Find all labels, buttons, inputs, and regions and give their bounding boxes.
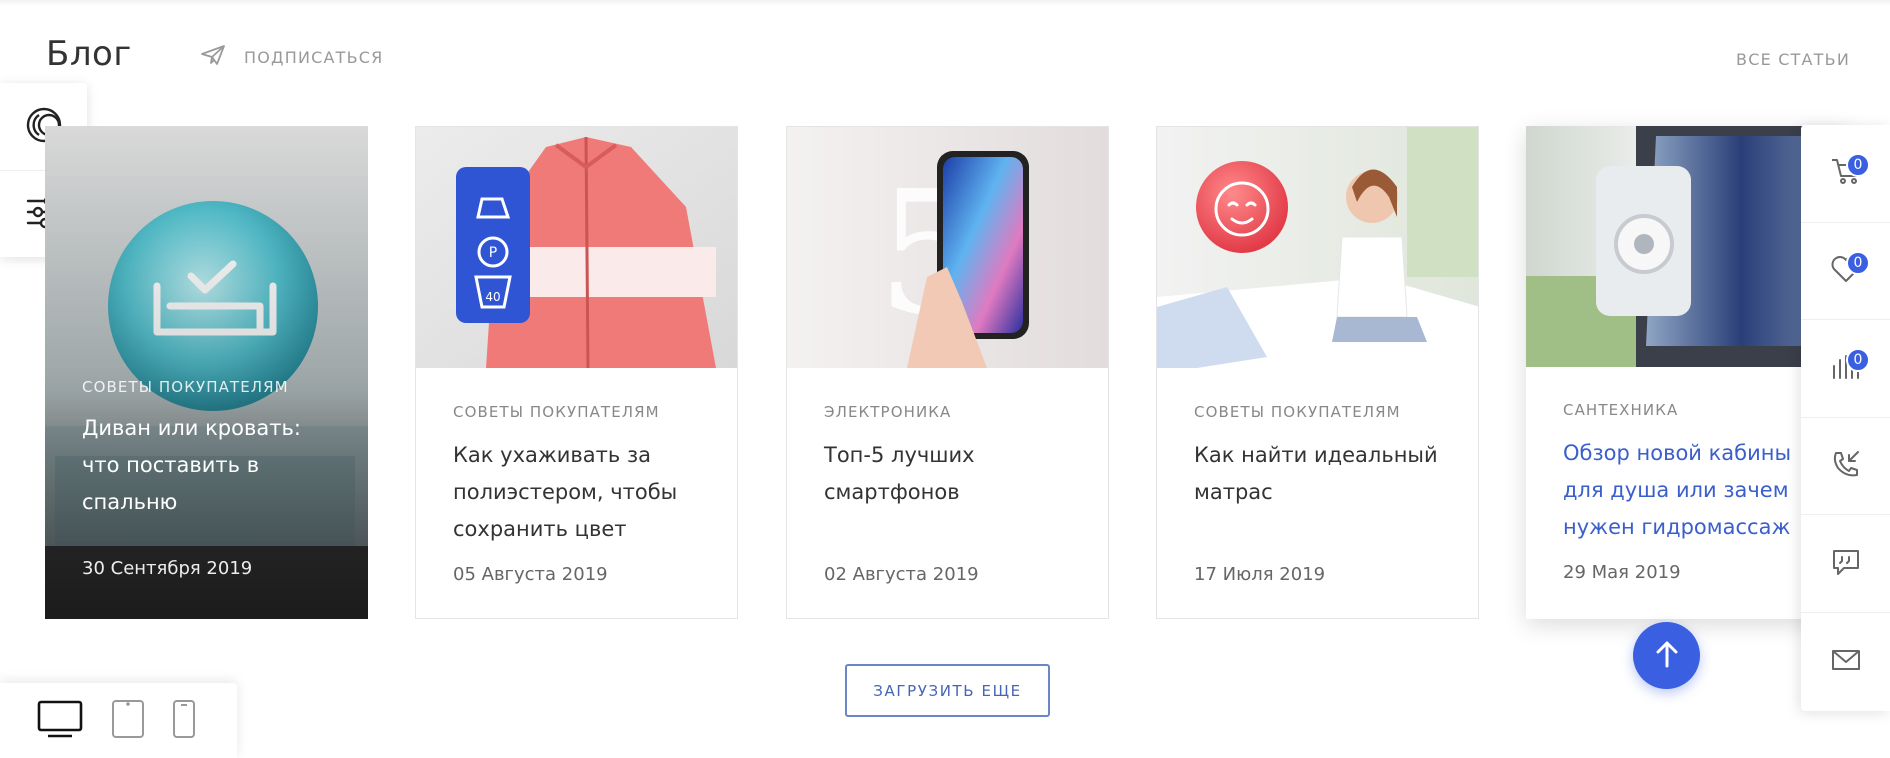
desktop-view-button[interactable] [36,699,84,743]
scroll-to-top-button[interactable] [1633,622,1700,689]
mail-icon [1830,647,1862,677]
mail-button[interactable] [1801,613,1890,711]
cart-count-badge: 0 [1846,153,1870,177]
card-title[interactable]: Диван или кровать: что поставить в спаль… [82,410,344,521]
card-image: P 40 [416,127,737,369]
phone-view-button[interactable] [172,699,196,743]
card-title[interactable]: Топ-5 лучших смартфонов [824,437,1084,511]
tablet-icon [110,699,146,743]
chat-button[interactable] [1801,515,1890,613]
card-category: СОВЕТЫ ПОКУПАТЕЛЯМ [453,403,660,421]
top-shadow [0,0,1890,6]
desktop-icon [36,699,84,743]
card-category: СОВЕТЫ ПОКУПАТЕЛЯМ [1194,403,1401,421]
card-date: 29 Мая 2019 [1563,562,1681,583]
paper-plane-icon [200,44,226,70]
blog-card[interactable]: P 40 СОВЕТЫ ПОКУПАТЕЛЯМ Как ухаживать за… [415,126,738,619]
arrow-up-icon [1654,639,1680,673]
blog-card[interactable]: 5 ЭЛЕКТРОНИКА Топ-5 лучших смартфонов 02… [786,126,1109,619]
page-title: Блог [46,34,132,74]
card-date: 30 Сентября 2019 [82,558,253,579]
tablet-view-button[interactable] [110,699,146,743]
card-image: 5 [787,127,1108,368]
card-title[interactable]: Как ухаживать за полиэстером, чтобы сохр… [453,437,713,548]
favorites-count-badge: 0 [1846,250,1870,275]
load-more-button[interactable]: ЗАГРУЗИТЬ ЕЩЕ [845,664,1050,717]
card-date: 02 Августа 2019 [824,564,979,585]
compare-button[interactable]: 0 [1801,320,1890,418]
card-date: 17 Июля 2019 [1194,564,1326,585]
card-category: ЭЛЕКТРОНИКА [824,403,952,421]
chat-icon [1830,547,1862,581]
blog-card[interactable]: СОВЕТЫ ПОКУПАТЕЛЯМ Как найти идеальный м… [1156,126,1479,619]
phone-icon [172,699,196,743]
card-image [1157,127,1478,368]
blog-cards: СОВЕТЫ ПОКУПАТЕЛЯМ Диван или кровать: чт… [45,126,1849,619]
compare-count-badge: 0 [1846,348,1870,373]
cart-button[interactable]: 0 [1801,125,1890,223]
card-title[interactable]: Обзор новой кабины для душа или зачем ну… [1563,435,1825,546]
favorites-button[interactable]: 0 [1801,223,1890,321]
all-articles-link[interactable]: ВСЕ СТАТЬИ [1736,50,1850,69]
subscribe-link[interactable]: ПОДПИСАТЬСЯ [200,44,383,70]
care-label-text: 40 [485,290,500,304]
svg-text:P: P [489,245,497,261]
card-date: 05 Августа 2019 [453,564,608,585]
right-tools-panel: 0 0 0 [1801,125,1890,711]
card-image [45,126,368,619]
subscribe-label: ПОДПИСАТЬСЯ [244,47,384,67]
callback-icon [1830,449,1862,483]
blog-card[interactable]: СОВЕТЫ ПОКУПАТЕЛЯМ Диван или кровать: чт… [45,126,368,619]
card-category: САНТЕХНИКА [1563,401,1679,419]
callback-button[interactable] [1801,418,1890,516]
card-category: СОВЕТЫ ПОКУПАТЕЛЯМ [82,378,289,396]
card-title[interactable]: Как найти идеальный матрас [1194,437,1454,511]
device-switcher [0,683,237,758]
